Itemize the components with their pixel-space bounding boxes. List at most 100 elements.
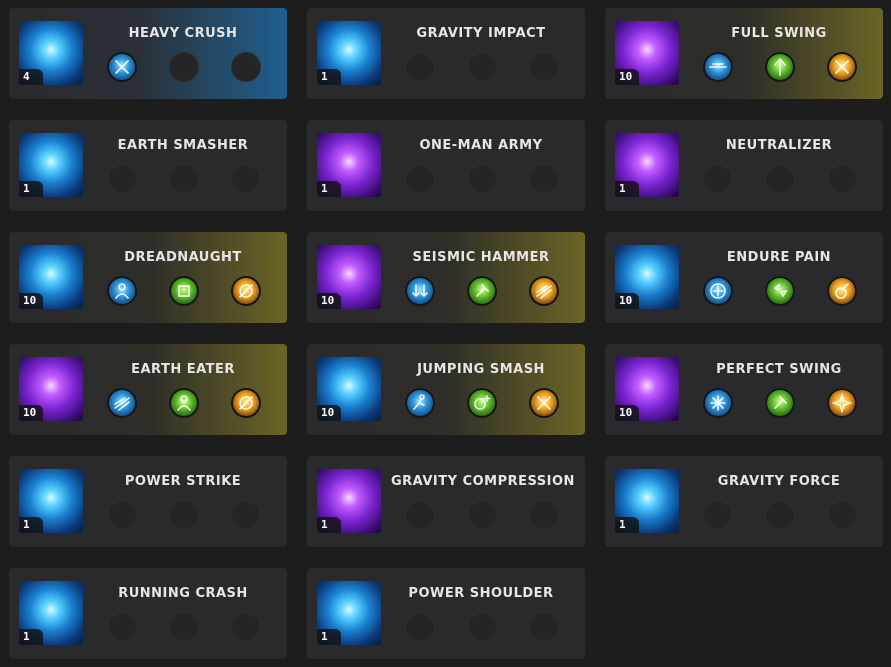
tripod-slot[interactable] — [467, 276, 497, 306]
endure-pain-icon[interactable]: 10 — [615, 245, 679, 309]
skill-card[interactable]: 10 SEISMIC HAMMER — [307, 232, 585, 323]
tripod-slot-empty[interactable] — [703, 500, 733, 530]
tripod-slot-empty[interactable] — [467, 164, 497, 194]
skill-card[interactable]: 10 JUMPING SMASH — [307, 344, 585, 435]
skill-card[interactable]: 1 GRAVITY COMPRESSION — [307, 456, 585, 547]
heavy-crush-icon[interactable]: 4 — [19, 21, 83, 85]
skill-card[interactable]: 1 ONE-MAN ARMY — [307, 120, 585, 211]
skill-level-badge: 1 — [317, 69, 341, 85]
skill-name: POWER SHOULDER — [408, 586, 554, 601]
tripod-slot[interactable] — [231, 388, 261, 418]
tripod-slot-empty[interactable] — [405, 500, 435, 530]
power-shoulder-icon[interactable]: 1 — [317, 581, 381, 645]
tripod-slot[interactable] — [107, 388, 137, 418]
skill-level-badge: 1 — [19, 181, 43, 197]
tripod-slot[interactable] — [405, 276, 435, 306]
perfect-swing-icon[interactable]: 10 — [615, 357, 679, 421]
one-man-army-icon[interactable]: 1 — [317, 133, 381, 197]
running-crash-icon[interactable]: 1 — [19, 581, 83, 645]
skill-level-badge: 1 — [19, 517, 43, 533]
tripod-slot-empty[interactable] — [703, 164, 733, 194]
skill-level-badge: 1 — [317, 517, 341, 533]
tripod-slot-empty[interactable] — [529, 612, 559, 642]
tripod-slot[interactable] — [827, 388, 857, 418]
skill-card[interactable]: 10 EARTH EATER — [9, 344, 287, 435]
tripod-slot-empty[interactable] — [169, 612, 199, 642]
jumping-smash-icon[interactable]: 10 — [317, 357, 381, 421]
gravity-force-icon[interactable]: 1 — [615, 469, 679, 533]
tripod-slot-empty[interactable] — [529, 52, 559, 82]
tripod-slot-empty[interactable] — [231, 500, 261, 530]
tripod-slot[interactable] — [703, 276, 733, 306]
skill-level-badge: 1 — [615, 517, 639, 533]
tripod-slot-empty[interactable] — [169, 52, 199, 82]
dreadnaught-icon[interactable]: 10 — [19, 245, 83, 309]
skill-card[interactable]: 1 GRAVITY FORCE — [605, 456, 883, 547]
neutralizer-icon[interactable]: 1 — [615, 133, 679, 197]
tripod-slot[interactable] — [169, 388, 199, 418]
skill-card[interactable]: 1 NEUTRALIZER — [605, 120, 883, 211]
full-swing-icon[interactable]: 10 — [615, 21, 679, 85]
tripod-slot-empty[interactable] — [765, 164, 795, 194]
tripod-slot-empty[interactable] — [529, 500, 559, 530]
skill-name: ENDURE PAIN — [726, 250, 832, 265]
tripod-slot-empty[interactable] — [529, 164, 559, 194]
tripod-slot[interactable] — [529, 388, 559, 418]
tripod-slot[interactable] — [467, 388, 497, 418]
skill-level-badge: 10 — [615, 69, 639, 85]
tripod-slot-empty[interactable] — [467, 52, 497, 82]
tripod-slot-empty[interactable] — [405, 612, 435, 642]
tripod-slot-empty[interactable] — [107, 164, 137, 194]
tripod-slot-empty[interactable] — [765, 500, 795, 530]
skill-card[interactable]: 10 PERFECT SWING — [605, 344, 883, 435]
tripod-slot[interactable] — [765, 52, 795, 82]
skill-card[interactable]: 10 DREADNAUGHT — [9, 232, 287, 323]
tripod-slot-empty[interactable] — [107, 612, 137, 642]
tripod-slot-empty[interactable] — [467, 500, 497, 530]
tripod-slot[interactable] — [529, 276, 559, 306]
tripod-slot-empty[interactable] — [405, 164, 435, 194]
tripod-slot-empty[interactable] — [107, 500, 137, 530]
tripod-slot[interactable] — [765, 388, 795, 418]
skill-level-badge: 1 — [317, 629, 341, 645]
tripod-slot[interactable] — [827, 276, 857, 306]
gravity-compression-icon[interactable]: 1 — [317, 469, 381, 533]
power-strike-icon[interactable]: 1 — [19, 469, 83, 533]
skill-card[interactable]: 1 POWER SHOULDER — [307, 568, 585, 659]
tripod-slot-empty[interactable] — [169, 500, 199, 530]
skill-card[interactable]: 4 HEAVY CRUSH — [9, 8, 287, 99]
skill-name: EARTH EATER — [131, 362, 235, 377]
tripod-slot[interactable] — [827, 52, 857, 82]
tripod-slot[interactable] — [231, 276, 261, 306]
skill-card[interactable]: 1 POWER STRIKE — [9, 456, 287, 547]
tripod-slot-empty[interactable] — [827, 164, 857, 194]
tripod-slot[interactable] — [765, 276, 795, 306]
earth-eater-icon[interactable]: 10 — [19, 357, 83, 421]
earth-smasher-icon[interactable]: 1 — [19, 133, 83, 197]
gravity-impact-icon[interactable]: 1 — [317, 21, 381, 85]
tripod-slot[interactable] — [107, 52, 137, 82]
tripod-slot[interactable] — [405, 388, 435, 418]
skill-name: GRAVITY IMPACT — [416, 26, 546, 41]
tripod-slot-empty[interactable] — [231, 612, 261, 642]
tripod-slot-empty[interactable] — [827, 500, 857, 530]
tripod-slot-empty[interactable] — [231, 164, 261, 194]
skill-level-badge: 10 — [317, 293, 341, 309]
tripod-slot-empty[interactable] — [169, 164, 199, 194]
skill-card[interactable]: 1 GRAVITY IMPACT — [307, 8, 585, 99]
tripod-slot[interactable] — [169, 276, 199, 306]
skill-card[interactable]: 10 ENDURE PAIN — [605, 232, 883, 323]
tripod-slot[interactable] — [703, 52, 733, 82]
tripod-slot[interactable] — [107, 276, 137, 306]
seismic-hammer-icon[interactable]: 10 — [317, 245, 381, 309]
tripod-slot-empty[interactable] — [231, 52, 261, 82]
skill-card[interactable]: 1 RUNNING CRASH — [9, 568, 287, 659]
skill-name: RUNNING CRASH — [118, 586, 248, 601]
skill-name: DREADNAUGHT — [124, 250, 242, 265]
skill-card[interactable]: 1 EARTH SMASHER — [9, 120, 287, 211]
skill-name: FULL SWING — [731, 26, 827, 41]
tripod-slot-empty[interactable] — [405, 52, 435, 82]
tripod-slot-empty[interactable] — [467, 612, 497, 642]
tripod-slot[interactable] — [703, 388, 733, 418]
skill-card[interactable]: 10 FULL SWING — [605, 8, 883, 99]
